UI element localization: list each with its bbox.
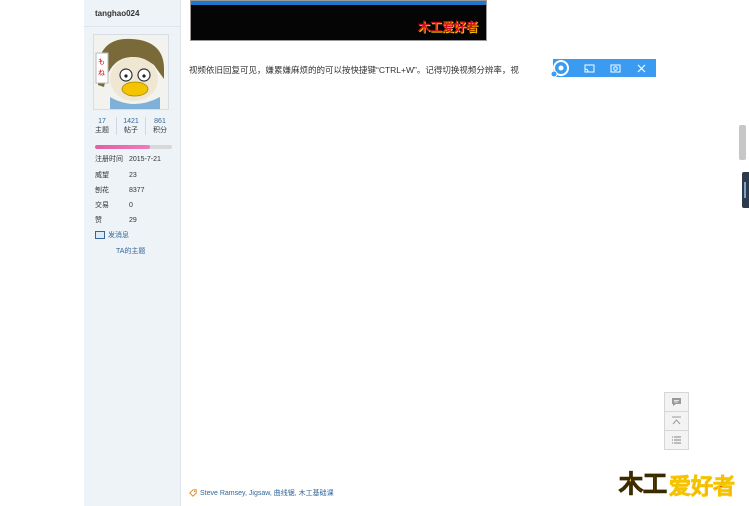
stat-label: 主题 [95, 127, 109, 134]
info-key: 赞 [95, 217, 102, 224]
stat-value: 861 [154, 118, 166, 125]
svg-text:も: も [98, 58, 105, 66]
stat-label: 帖子 [124, 127, 138, 134]
logo-text-part2: 爱好者 [669, 474, 735, 500]
post-body-text: 视频依旧回复可见，嫌累嫌麻烦的的可以按快捷键“CTRL+W”。记得切换视频分辨率… [189, 65, 519, 75]
info-value: 29 [129, 217, 137, 224]
video-watermark-logo: 木工爱好者 [417, 20, 478, 34]
list-icon [672, 436, 681, 444]
info-trades: 交易 0 [95, 200, 133, 210]
back-to-top-icon [672, 416, 681, 425]
stat-label: 积分 [153, 127, 167, 134]
floating-video-toolbar [550, 57, 656, 79]
stat-posts[interactable]: 1421 帖子 [117, 117, 146, 135]
info-key: 注册时间 [95, 156, 123, 163]
video-progress-bar[interactable] [191, 1, 486, 5]
cast-icon[interactable] [579, 59, 599, 77]
divider [84, 26, 180, 27]
tag-icon [189, 489, 197, 497]
screenshot-icon[interactable] [605, 59, 625, 77]
stat-value: 1421 [123, 118, 139, 125]
stat-points[interactable]: 861 积分 [146, 117, 174, 135]
author-stats: 17 主题 1421 帖子 861 积分 [88, 117, 174, 135]
info-prestige: 威望 23 [95, 170, 137, 180]
info-key: 交易 [95, 202, 109, 209]
gear-icon[interactable] [550, 57, 572, 79]
level-progress-fill [95, 145, 151, 149]
stat-value: 17 [98, 118, 106, 125]
info-value: 23 [129, 172, 137, 179]
send-message-link[interactable]: 发消息 [95, 230, 129, 240]
return-to-list-button[interactable] [664, 430, 689, 450]
mail-icon [95, 231, 105, 239]
logo-text-part1: 木工 [618, 470, 667, 498]
reply-button[interactable] [664, 392, 689, 412]
info-key: 刨花 [95, 187, 109, 194]
side-panel-handle[interactable] [742, 172, 749, 208]
send-message-label: 发消息 [108, 232, 129, 239]
author-sidebar: tanghao024 も ね 17 主题 1421 帖子 861 积分 注册时间… [84, 0, 181, 506]
svg-text:ね: ね [98, 69, 105, 77]
back-to-top-button[interactable] [664, 411, 689, 431]
author-username[interactable]: tanghao024 [95, 9, 139, 18]
level-progress-bar [95, 145, 172, 149]
tag-list[interactable]: Steve Ramsey, Jigsaw, 曲线锯, 木工基础课 [200, 488, 334, 498]
info-value: 0 [129, 202, 133, 209]
info-shavings: 刨花 8377 [95, 185, 145, 195]
info-likes: 赞 29 [95, 215, 137, 225]
close-icon[interactable] [631, 59, 651, 77]
reply-icon [672, 398, 681, 406]
site-watermark-logo: 木工 爱好者 [618, 470, 736, 501]
ta-topics-link[interactable]: TA的主题 [116, 246, 145, 256]
info-key: 威望 [95, 172, 109, 179]
post-tags: Steve Ramsey, Jigsaw, 曲线锯, 木工基础课 [189, 488, 334, 498]
stat-topics[interactable]: 17 主题 [88, 117, 117, 135]
video-player[interactable]: 木工爱好者 [190, 0, 487, 41]
info-reg-date: 注册时间 2015-7-21 [95, 154, 161, 164]
page-scrollbar-thumb[interactable] [739, 125, 746, 160]
avatar[interactable]: も ね [93, 34, 169, 110]
info-value: 2015-7-21 [129, 156, 161, 163]
info-value: 8377 [129, 187, 145, 194]
left-margin [0, 0, 84, 506]
